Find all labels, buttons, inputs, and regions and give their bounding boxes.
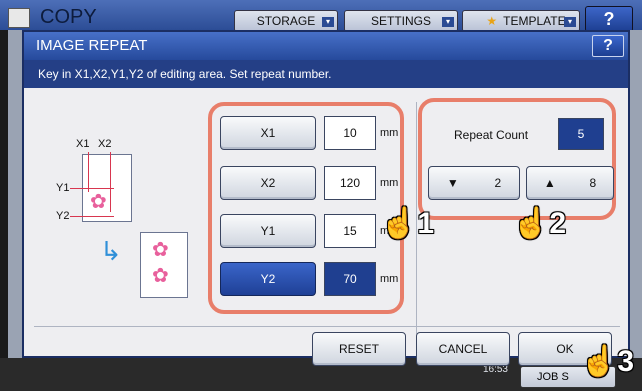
repeat-count-label: Repeat Count xyxy=(454,128,529,142)
flower-icon: ✿ xyxy=(152,265,169,287)
hand-pointer-icon: ☝ xyxy=(512,207,550,240)
reset-button[interactable]: RESET xyxy=(312,332,406,366)
flower-icon: ✿ xyxy=(90,191,107,213)
callout-1: ☝1 xyxy=(380,206,434,241)
repeat-increase-button[interactable]: ▲ 8 xyxy=(526,166,614,200)
reset-button-label: RESET xyxy=(338,342,379,356)
callout-3: ☝3 xyxy=(580,344,634,379)
x1-label: X1 xyxy=(76,138,90,150)
dialog-title: IMAGE REPEAT xyxy=(36,37,148,54)
callout-3-number: 3 xyxy=(617,345,635,378)
callout-1-number: 1 xyxy=(417,207,435,240)
y1-button-label: Y1 xyxy=(260,224,276,238)
x2-guide-line xyxy=(110,152,111,212)
horizontal-divider xyxy=(34,326,620,327)
chevron-down-icon: ▾ xyxy=(442,17,454,27)
app-title: COPY xyxy=(40,6,97,28)
x2-button-label: X2 xyxy=(260,176,276,190)
y2-value: 70 xyxy=(324,262,376,296)
y2-button[interactable]: Y2 xyxy=(220,262,316,296)
chevron-down-icon: ▾ xyxy=(564,17,576,27)
triangle-up-icon: ▲ xyxy=(543,176,556,190)
y1-label: Y1 xyxy=(56,182,70,194)
image-repeat-dialog: IMAGE REPEAT ? Key in X1,X2,Y1,Y2 of edi… xyxy=(22,30,630,366)
help-button[interactable]: ? xyxy=(585,6,633,32)
repeat-count-value: 5 xyxy=(558,118,604,150)
x2-value: 120 xyxy=(324,166,376,200)
image-repeat-illustration: X1 X2 Y1 Y2 ✿ ↳ ✿ ✿ xyxy=(38,128,198,298)
cancel-button-label: CANCEL xyxy=(438,342,488,356)
repeat-increase-value: 8 xyxy=(589,176,597,190)
instruction-text: Key in X1,X2,Y1,Y2 of editing area. Set … xyxy=(24,60,628,88)
y2-guide-line xyxy=(70,216,114,217)
y1-value: 15 xyxy=(324,214,376,248)
y1-guide-line xyxy=(70,188,114,189)
settings-tab-label: SETTINGS xyxy=(370,14,431,28)
storage-tab[interactable]: STORAGE ▾ xyxy=(234,10,338,32)
storage-tab-label: STORAGE xyxy=(256,14,316,28)
triangle-down-icon: ▼ xyxy=(446,176,459,190)
y1-button[interactable]: Y1 xyxy=(220,214,316,248)
callout-2-number: 2 xyxy=(549,207,567,240)
x2-label: X2 xyxy=(98,138,112,150)
x1-button-label: X1 xyxy=(260,126,276,140)
y2-label: Y2 xyxy=(56,210,70,222)
hand-pointer-icon: ☝ xyxy=(380,207,418,240)
repeat-count-highlight xyxy=(418,98,616,220)
x1-button[interactable]: X1 xyxy=(220,116,316,150)
x1-value: 10 xyxy=(324,116,376,150)
x1-guide-line xyxy=(88,152,89,192)
dialog-help-button[interactable]: ? xyxy=(592,35,624,57)
callout-2: ☝2 xyxy=(512,206,566,241)
chevron-down-icon: ▾ xyxy=(322,17,334,27)
copy-app-icon xyxy=(8,8,30,28)
x1-unit: mm xyxy=(380,127,399,139)
x2-unit: mm xyxy=(380,177,399,189)
y2-button-label: Y2 xyxy=(260,272,276,286)
cancel-button[interactable]: CANCEL xyxy=(416,332,510,366)
flower-icon: ✿ xyxy=(152,239,169,261)
repeat-decrease-value: 2 xyxy=(494,176,502,190)
ok-button-label: OK xyxy=(556,342,574,356)
y2-unit: mm xyxy=(380,273,399,285)
arrow-right-icon: ↳ xyxy=(100,236,122,266)
repeat-decrease-button[interactable]: ▼ 2 xyxy=(428,166,520,200)
hand-pointer-icon: ☝ xyxy=(580,345,618,378)
star-icon: ★ xyxy=(486,14,498,28)
template-tab[interactable]: ★ TEMPLATE ▾ xyxy=(462,10,580,32)
template-tab-label: TEMPLATE xyxy=(503,14,566,28)
settings-tab[interactable]: SETTINGS ▾ xyxy=(344,10,458,32)
x2-button[interactable]: X2 xyxy=(220,166,316,200)
